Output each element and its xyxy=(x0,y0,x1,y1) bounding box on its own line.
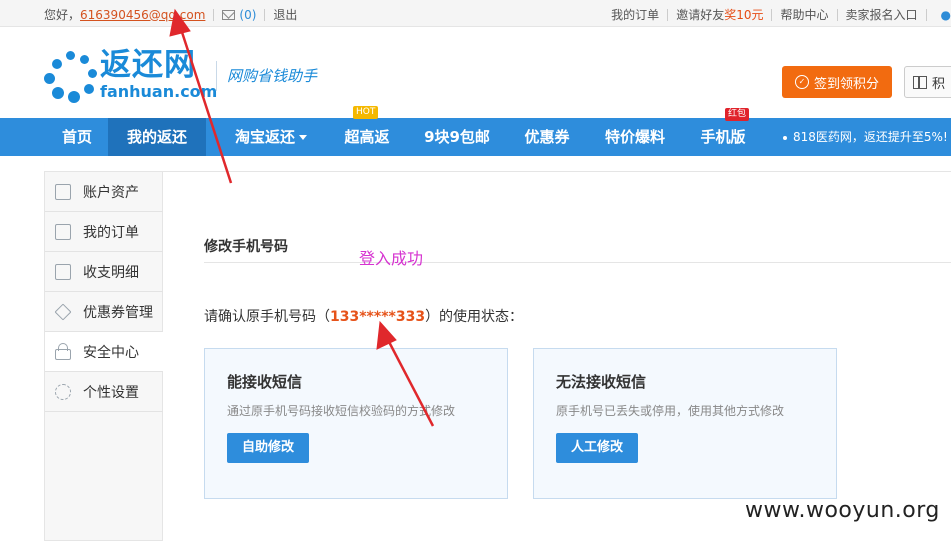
bullet-icon xyxy=(783,135,787,140)
logo-dots-icon xyxy=(44,51,98,103)
clipboard-icon xyxy=(55,263,71,280)
sidebar-item-label: 个性设置 xyxy=(83,384,139,401)
gear-icon xyxy=(55,383,71,400)
top-bar-right: 我的订单 邀请好友奖10元 帮助中心 卖家报名入口 ● xyxy=(611,6,951,23)
nav-mobile[interactable]: 手机版 xyxy=(692,118,754,156)
sidebar-item-security-center[interactable]: 安全中心 xyxy=(45,332,165,372)
nav-home[interactable]: 首页 xyxy=(46,118,108,156)
logout-link[interactable]: 退出 xyxy=(273,6,297,23)
slogan: 网购省钱助手 xyxy=(216,61,317,91)
mail-count-link[interactable]: (0) xyxy=(239,8,256,22)
sidebar-item-account-assets[interactable]: 账户资产 xyxy=(45,172,163,212)
option-card-cannot-receive-sms: 无法接收短信 原手机号已丢失或停用，使用其他方式修改 人工修改 xyxy=(533,348,837,499)
nav-super-rebate[interactable]: 超高返 xyxy=(336,118,398,156)
divider xyxy=(836,8,838,21)
card-title: 无法接收短信 xyxy=(556,373,647,391)
order-icon xyxy=(55,223,71,240)
invite-prefix: 邀请好友 xyxy=(676,8,725,22)
points-button-label: 积 xyxy=(932,76,946,92)
my-orders-link[interactable]: 我的订单 xyxy=(611,6,659,23)
divider xyxy=(204,262,951,263)
card-description: 通过原手机号码接收短信校验码的方式修改 xyxy=(227,404,456,418)
sidebar-item-label: 优惠券管理 xyxy=(83,304,153,321)
ticker-text: 818医药网，返还提升至5%! xyxy=(793,130,948,144)
wallet-icon xyxy=(55,183,71,200)
sidebar-item-label: 我的订单 xyxy=(83,224,139,241)
red-packet-badge: 红包 xyxy=(725,108,750,121)
tag-icon xyxy=(54,303,72,320)
main-content: 修改手机号码 登入成功 请确认原手机号码（133*****333）的使用状态： … xyxy=(163,171,951,541)
site-header: 返还网 fanhuan.com 网购省钱助手 ✓ 签到领积分 积 xyxy=(0,27,951,118)
divider xyxy=(213,8,215,21)
nav-my-rebate[interactable]: 我的返还 xyxy=(108,118,206,156)
sign-button-label: 签到领积分 xyxy=(813,76,879,92)
points-button[interactable]: 积 xyxy=(904,66,951,98)
mail-icon[interactable] xyxy=(222,9,236,20)
main-nav: 首页 我的返还 淘宝返还 超高返 9块9包邮 优惠券 特价爆料 手机版 818医… xyxy=(0,118,951,156)
logo-domain-text: fanhuan.com xyxy=(100,82,218,101)
hot-badge: HOT xyxy=(353,106,379,119)
top-bar: 您好， 616390456@qq.com (0) 退出 我的订单 邀请好友奖10… xyxy=(0,0,951,27)
sign-icon: ✓ xyxy=(794,75,809,89)
sidebar-item-coupon-management[interactable]: 优惠券管理 xyxy=(45,292,163,332)
sidebar-item-label: 账户资产 xyxy=(83,184,139,201)
confirm-prefix: 请确认原手机号码（ xyxy=(204,309,330,325)
confirm-phone-text: 请确认原手机号码（133*****333）的使用状态： xyxy=(204,306,523,326)
nav-ticker[interactable]: 818医药网，返还提升至5%! xyxy=(783,118,948,156)
account-sidebar: 账户资产 我的订单 收支明细 优惠券管理 安全中心 个性设置 xyxy=(44,171,165,541)
lock-icon xyxy=(55,342,71,360)
site-logo[interactable]: 返还网 fanhuan.com xyxy=(44,47,217,103)
user-email-link[interactable]: 616390456@qq.com xyxy=(80,8,205,22)
manual-modify-button[interactable]: 人工修改 xyxy=(556,433,638,463)
nav-deals[interactable]: 特价爆料 xyxy=(598,118,672,156)
sign-in-points-button[interactable]: ✓ 签到领积分 xyxy=(782,66,892,98)
invite-reward: 奖10元 xyxy=(724,8,764,22)
divider xyxy=(264,8,266,21)
sidebar-item-label: 收支明细 xyxy=(83,264,139,281)
self-service-modify-button[interactable]: 自助修改 xyxy=(227,433,309,463)
top-bar-left: 您好， 616390456@qq.com (0) 退出 xyxy=(44,6,297,23)
confirm-suffix: ）的使用状态： xyxy=(425,309,524,325)
card-description: 原手机号已丢失或停用，使用其他方式修改 xyxy=(556,404,785,418)
sidebar-item-my-orders[interactable]: 我的订单 xyxy=(45,212,163,252)
chevron-down-icon xyxy=(299,135,307,140)
help-center-link[interactable]: 帮助中心 xyxy=(780,6,828,23)
card-title: 能接收短信 xyxy=(227,373,303,391)
greeting-text: 您好， xyxy=(44,8,81,22)
sidebar-item-personal-settings[interactable]: 个性设置 xyxy=(45,372,163,412)
divider xyxy=(667,8,669,21)
nav-coupons[interactable]: 优惠券 xyxy=(516,118,578,156)
masked-phone-number: 133*****333 xyxy=(330,309,426,325)
nav-taobao-label: 淘宝返还 xyxy=(234,128,295,146)
logo-brand-text: 返还网 xyxy=(100,47,196,83)
invite-friends-link[interactable]: 邀请好友奖10元 xyxy=(676,6,763,23)
option-card-can-receive-sms: 能接收短信 通过原手机号码接收短信校验码的方式修改 自助修改 xyxy=(204,348,508,499)
divider xyxy=(771,8,773,21)
sidebar-item-transactions[interactable]: 收支明细 xyxy=(45,252,163,292)
gift-icon xyxy=(913,75,927,89)
page-title: 修改手机号码 xyxy=(204,239,288,255)
user-icon[interactable]: ● xyxy=(941,8,951,22)
seller-entry-link[interactable]: 卖家报名入口 xyxy=(846,6,918,23)
sidebar-item-label: 安全中心 xyxy=(83,344,139,361)
divider xyxy=(925,8,927,21)
login-success-annotation: 登入成功 xyxy=(359,249,424,268)
watermark: www.wooyun.org xyxy=(745,498,940,523)
nav-9-9-free-shipping[interactable]: 9块9包邮 xyxy=(418,118,496,156)
nav-taobao-rebate[interactable]: 淘宝返还 xyxy=(226,118,316,156)
